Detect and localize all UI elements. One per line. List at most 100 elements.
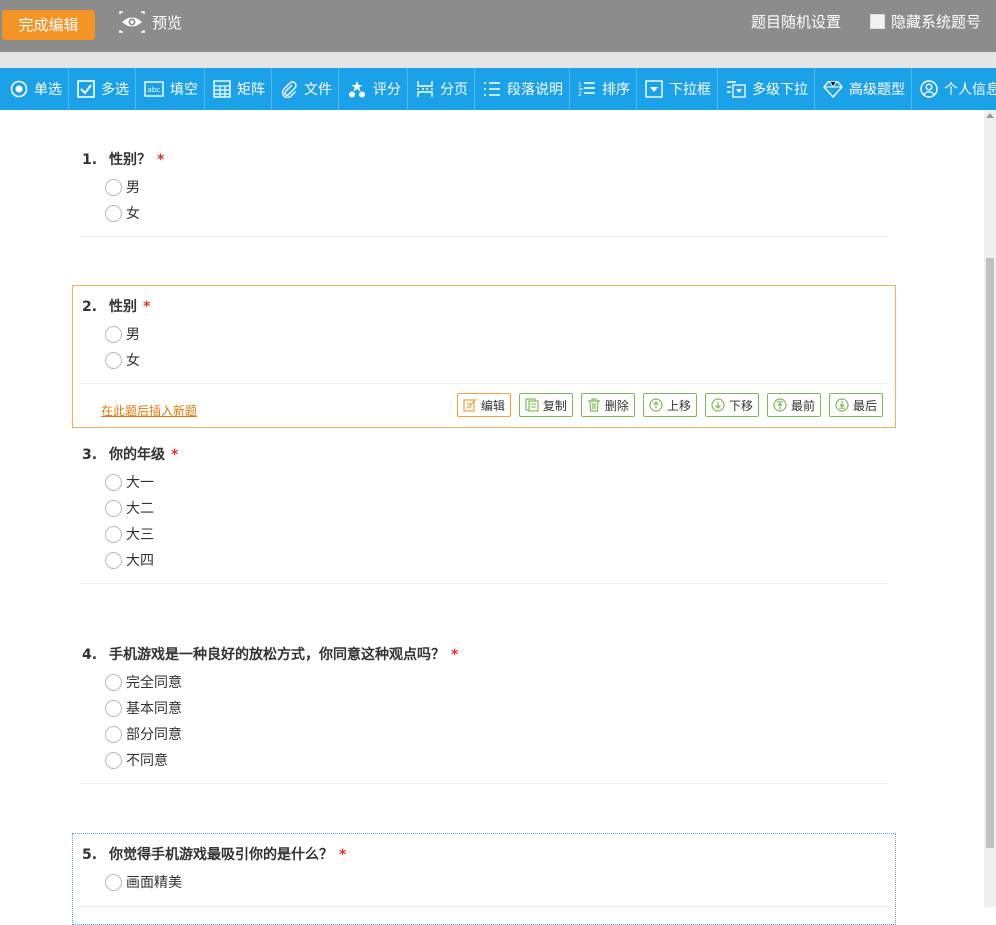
question-2[interactable]: 2. 性别 * 男 女 在此题后插入新题 编辑 复制 删除 上移 下移 最前 最… bbox=[72, 285, 896, 428]
radio-circle[interactable] bbox=[105, 351, 122, 369]
tool-label: 个人信息 bbox=[944, 82, 996, 98]
question-action-buttons: 编辑 复制 删除 上移 下移 最前 最后 bbox=[449, 393, 883, 417]
radio-icon bbox=[10, 80, 28, 98]
tool-label: 单选 bbox=[34, 82, 62, 98]
question-title: 3. 你的年级 * bbox=[82, 444, 178, 464]
option-label: 不同意 bbox=[126, 753, 168, 769]
tool-fill-blank[interactable]: abc 填空 bbox=[136, 68, 205, 110]
option-radio[interactable]: 女 bbox=[105, 350, 140, 370]
delete-button[interactable]: 删除 bbox=[580, 393, 635, 417]
tool-label: 段落说明 bbox=[507, 82, 563, 98]
tool-sort[interactable]: 12 排序 bbox=[570, 68, 637, 110]
insert-after-link[interactable]: 在此题后插入新题 bbox=[101, 402, 197, 419]
question-4[interactable]: 4. 手机游戏是一种良好的放松方式，你同意这种观点吗？ * 完全同意 基本同意 部分… bbox=[72, 634, 896, 794]
tool-paragraph[interactable]: 段落说明 bbox=[475, 68, 570, 110]
option-label: 大二 bbox=[126, 501, 154, 517]
hide-number-checkbox[interactable] bbox=[869, 14, 885, 29]
required-mark: * bbox=[171, 447, 179, 463]
move-up-button[interactable]: 上移 bbox=[642, 393, 697, 417]
option-label: 大三 bbox=[126, 527, 154, 543]
radio-circle[interactable] bbox=[105, 325, 122, 343]
option-radio[interactable]: 大二 bbox=[105, 498, 154, 518]
tool-label: 矩阵 bbox=[237, 82, 265, 98]
tool-rating[interactable]: 评分 bbox=[339, 68, 408, 110]
radio-circle[interactable] bbox=[105, 204, 122, 222]
radio-circle[interactable] bbox=[105, 499, 122, 517]
svg-text:1: 1 bbox=[578, 82, 582, 89]
option-radio[interactable]: 大四 bbox=[105, 550, 154, 570]
radio-circle[interactable] bbox=[105, 725, 122, 743]
move-last-button[interactable]: 最后 bbox=[828, 393, 883, 417]
move-down-label: 下移 bbox=[728, 398, 753, 413]
option-radio[interactable]: 完全同意 bbox=[105, 672, 182, 692]
radio-circle[interactable] bbox=[105, 673, 122, 691]
tool-matrix[interactable]: 矩阵 bbox=[205, 68, 272, 110]
scrollbar-thumb[interactable] bbox=[986, 258, 994, 848]
option-label: 部分同意 bbox=[126, 727, 182, 743]
option-radio[interactable]: 男 bbox=[105, 177, 140, 197]
option-radio[interactable]: 部分同意 bbox=[105, 724, 182, 744]
hide-number-label: 隐藏系统题号 bbox=[890, 13, 981, 31]
tool-label: 多级下拉 bbox=[752, 82, 808, 98]
question-divider bbox=[80, 236, 888, 237]
random-settings-link[interactable]: 题目随机设置 bbox=[751, 11, 841, 32]
radio-circle[interactable] bbox=[105, 178, 122, 196]
question-divider bbox=[80, 583, 888, 584]
radio-circle[interactable] bbox=[105, 473, 122, 491]
dropdown-icon bbox=[645, 80, 663, 98]
option-label: 女 bbox=[126, 353, 140, 369]
vertical-scrollbar[interactable] bbox=[984, 110, 996, 907]
move-last-label: 最后 bbox=[852, 398, 877, 413]
option-radio[interactable]: 不同意 bbox=[105, 750, 168, 770]
question-text: 性别？ bbox=[109, 152, 151, 168]
multilevel-dropdown-icon bbox=[727, 81, 746, 98]
question-1[interactable]: 1. 性别？ * 男 女 bbox=[72, 138, 896, 238]
option-label: 画面精美 bbox=[126, 875, 182, 891]
copy-icon bbox=[525, 398, 539, 412]
option-radio[interactable]: 画面精美 bbox=[105, 872, 182, 892]
edit-button[interactable]: 编辑 bbox=[456, 393, 511, 417]
tool-advanced[interactable]: 高级题型 bbox=[815, 68, 912, 110]
option-radio[interactable]: 大三 bbox=[105, 524, 154, 544]
question-divider bbox=[80, 783, 888, 784]
tool-dropdown[interactable]: 下拉框 bbox=[637, 68, 718, 110]
delete-label: 删除 bbox=[604, 398, 629, 413]
move-up-label: 上移 bbox=[666, 398, 691, 413]
svg-text:2: 2 bbox=[578, 91, 582, 98]
pagebreak-icon bbox=[417, 81, 433, 97]
option-radio[interactable]: 女 bbox=[105, 203, 140, 223]
option-radio[interactable]: 大一 bbox=[105, 472, 154, 492]
list-icon bbox=[484, 82, 500, 96]
question-title: 5. 你觉得手机游戏最吸引你的是什么？ * bbox=[82, 844, 346, 864]
hide-system-number-toggle[interactable]: 隐藏系统题号 bbox=[869, 11, 981, 32]
tool-multilevel-dropdown[interactable]: 多级下拉 bbox=[718, 68, 815, 110]
move-down-button[interactable]: 下移 bbox=[704, 393, 759, 417]
tool-single-choice[interactable]: 单选 bbox=[0, 68, 69, 110]
diamond-icon bbox=[823, 81, 843, 98]
option-label: 大一 bbox=[126, 475, 154, 491]
scroll-up-arrow-icon[interactable] bbox=[986, 113, 994, 118]
tool-personal-info[interactable]: 个人信息 bbox=[912, 68, 996, 110]
radio-circle[interactable] bbox=[105, 873, 122, 891]
preview-button[interactable]: 预览 bbox=[118, 8, 182, 36]
radio-circle[interactable] bbox=[105, 525, 122, 543]
tool-page-break[interactable]: 分页 bbox=[408, 68, 475, 110]
copy-button[interactable]: 复制 bbox=[518, 393, 573, 417]
option-label: 男 bbox=[126, 180, 140, 196]
move-first-button[interactable]: 最前 bbox=[766, 393, 821, 417]
copy-label: 复制 bbox=[542, 398, 567, 413]
required-mark: * bbox=[143, 299, 151, 315]
finish-edit-button[interactable]: 完成编辑 bbox=[2, 10, 95, 40]
question-3[interactable]: 3. 你的年级 * 大一 大二 大三 大四 bbox=[72, 434, 896, 594]
radio-circle[interactable] bbox=[105, 699, 122, 717]
option-radio[interactable]: 基本同意 bbox=[105, 698, 182, 718]
question-title: 2. 性别 * bbox=[82, 296, 150, 316]
to-top-icon bbox=[773, 398, 787, 412]
option-radio[interactable]: 男 bbox=[105, 324, 140, 344]
tool-multi-choice[interactable]: 多选 bbox=[69, 68, 136, 110]
tool-file[interactable]: 文件 bbox=[272, 68, 339, 110]
radio-circle[interactable] bbox=[105, 751, 122, 769]
survey-editor-area: 1. 性别？ * 男 女 2. 性别 * 男 女 在此题后插入新题 编辑 复制 删除 bbox=[0, 110, 984, 925]
radio-circle[interactable] bbox=[105, 551, 122, 569]
question-5[interactable]: 5. 你觉得手机游戏最吸引你的是什么？ * 画面精美 bbox=[72, 833, 896, 925]
